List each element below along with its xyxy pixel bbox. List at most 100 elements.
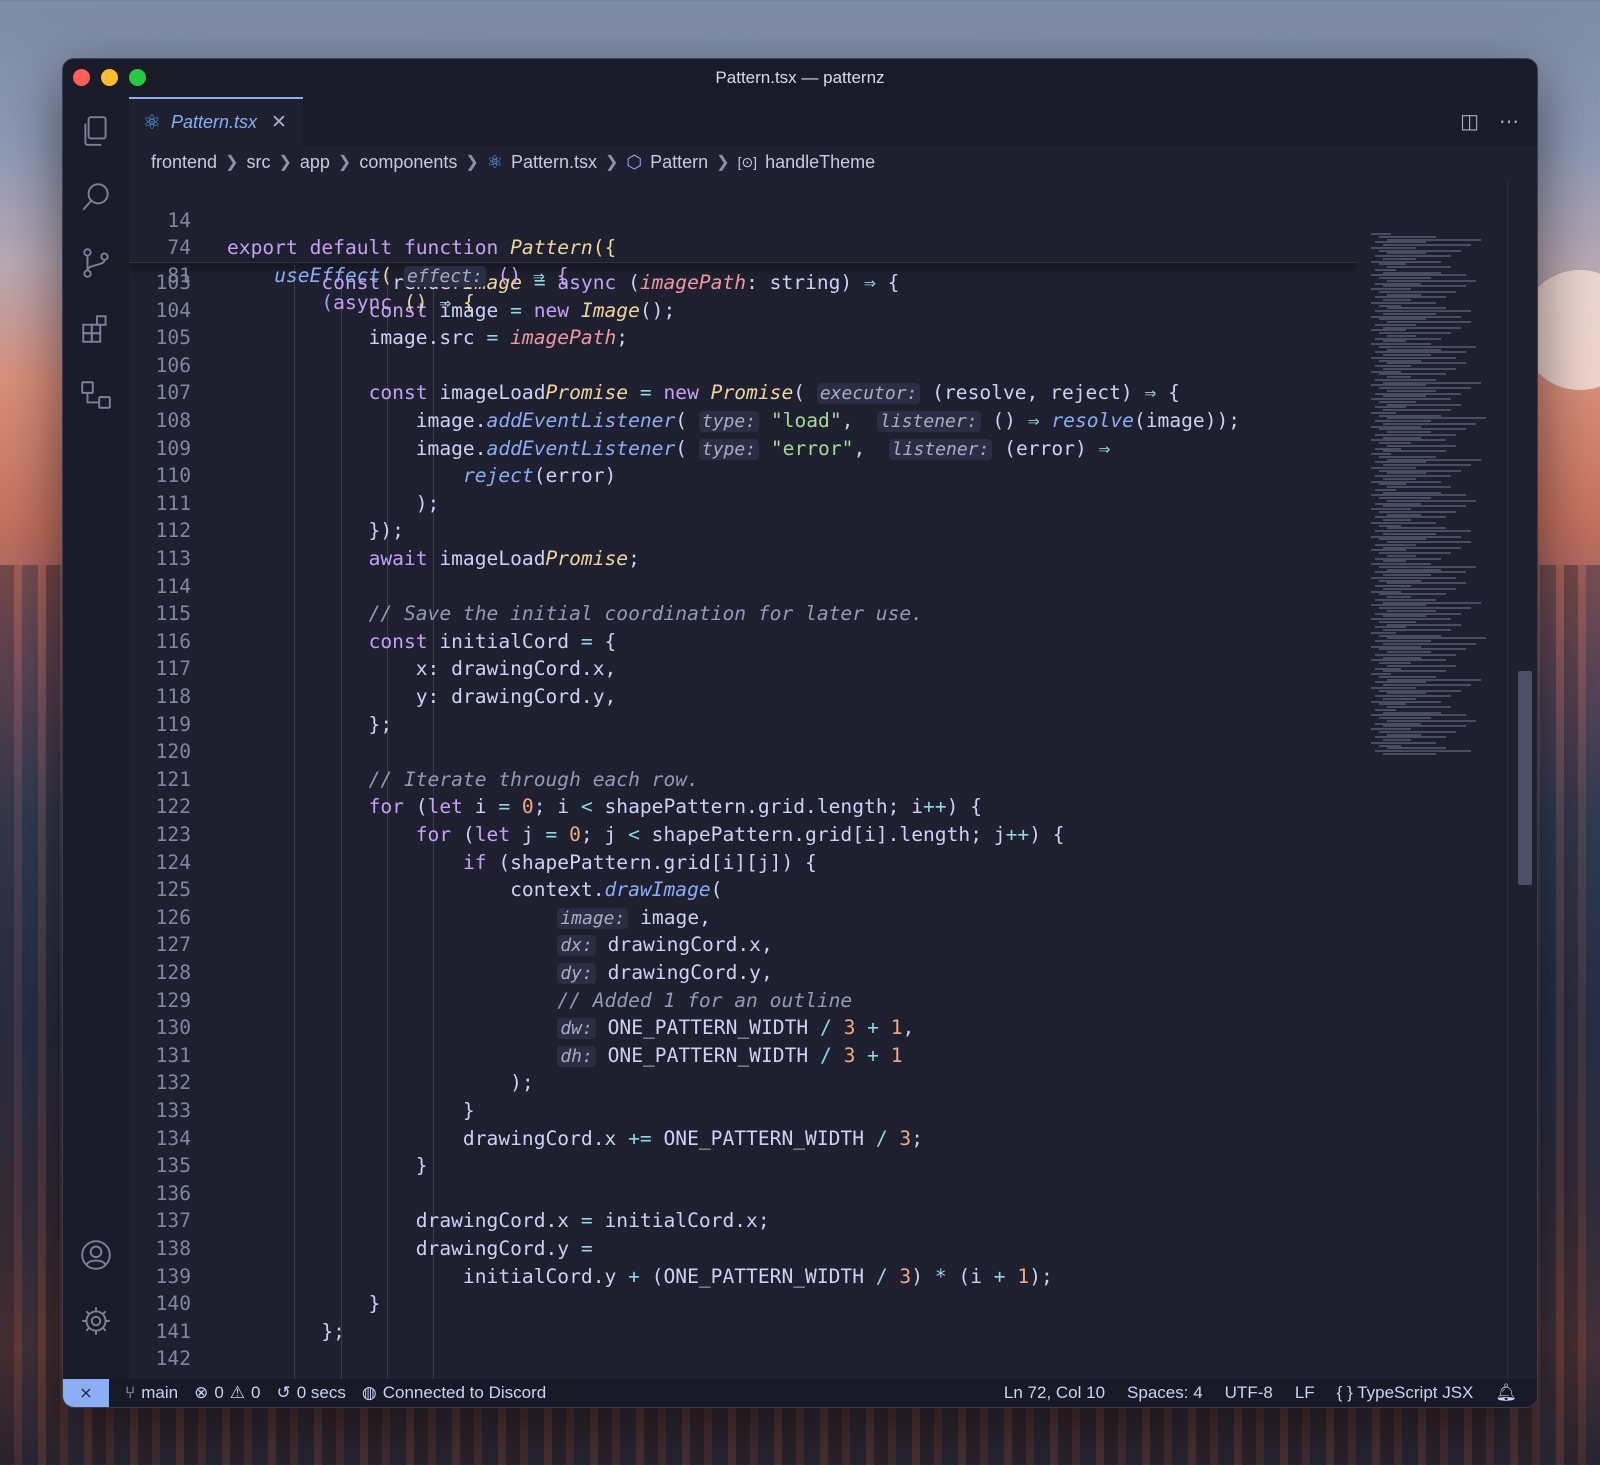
breadcrumb-file[interactable]: Pattern.tsx xyxy=(511,152,597,173)
settings-gear-icon[interactable] xyxy=(78,1303,114,1339)
encoding-status[interactable]: UTF-8 xyxy=(1225,1383,1273,1403)
code-line[interactable]: 127 dx: drawingCord.x, xyxy=(129,931,1357,959)
code-line[interactable]: 133 } xyxy=(129,1097,1357,1125)
code-line[interactable]: 142 xyxy=(129,1345,1357,1373)
code-line[interactable]: 122 for (let i = 0; i < shapePattern.gri… xyxy=(129,793,1357,821)
account-icon[interactable] xyxy=(78,1237,114,1273)
extensions-icon[interactable] xyxy=(78,311,114,347)
code-line[interactable]: 125 context.drawImage( xyxy=(129,876,1357,904)
sticky-line[interactable]: 74 useEffect( effect: () ⇒ { xyxy=(129,207,1357,287)
code-line[interactable]: 111 ); xyxy=(129,490,1357,518)
problems-status[interactable]: ⊗ 0 ⚠ 0 xyxy=(194,1383,260,1403)
breadcrumb-frontend[interactable]: frontend xyxy=(151,152,217,173)
code-line[interactable]: 128 dy: drawingCord.y, xyxy=(129,959,1357,987)
code-line[interactable]: 136 xyxy=(129,1180,1357,1208)
minimap[interactable] xyxy=(1357,179,1507,1379)
minimap-line xyxy=(1371,480,1441,483)
code-line[interactable]: 109 image.addEventListener( type: "error… xyxy=(129,435,1357,463)
branch-status[interactable]: ⑂ main xyxy=(125,1383,178,1403)
source-control-icon[interactable] xyxy=(78,245,114,281)
code-line[interactable]: 116 const initialCord = { xyxy=(129,628,1357,656)
discord-status[interactable]: ◍ Connected to Discord xyxy=(362,1383,546,1403)
minimap-line xyxy=(1387,348,1441,351)
vscode-window: Pattern.tsx — patternz ⚛ Pattern.tsx ✕ ◫… xyxy=(62,58,1538,1408)
code-line[interactable]: 120 xyxy=(129,738,1357,766)
code-editor[interactable]: 14 export default function Pattern({ 74 … xyxy=(129,179,1357,1379)
code-line[interactable]: 134 drawingCord.x += ONE_PATTERN_WIDTH /… xyxy=(129,1125,1357,1153)
minimap-line xyxy=(1375,447,1401,450)
code-line[interactable]: 124 if (shapePattern.grid[i][j]) { xyxy=(129,849,1357,877)
minimap-line xyxy=(1379,359,1421,362)
timer-status[interactable]: ↺ 0 secs xyxy=(277,1383,346,1403)
breadcrumb: frontend ❯ src ❯ app ❯ components ❯ ⚛ Pa… xyxy=(129,145,1537,179)
code-line[interactable]: 131 dh: ONE_PATTERN_WIDTH / 3 + 1 xyxy=(129,1042,1357,1070)
minimap-line xyxy=(1371,288,1411,290)
split-editor-icon[interactable]: ◫ xyxy=(1460,109,1479,134)
code-line[interactable]: 129 // Added 1 for an outline xyxy=(129,987,1357,1015)
minimap-line xyxy=(1379,730,1456,733)
remote-explorer-icon[interactable] xyxy=(78,377,114,413)
notifications-bell-icon[interactable]: 🔔︎ xyxy=(1495,1383,1517,1403)
code-line[interactable]: 119 }; xyxy=(129,711,1357,739)
code-line[interactable]: 138 drawingCord.y = xyxy=(129,1235,1357,1263)
code-line[interactable]: 108 image.addEventListener( type: "load"… xyxy=(129,407,1357,435)
eol-status[interactable]: LF xyxy=(1295,1383,1315,1403)
breadcrumb-app[interactable]: app xyxy=(300,152,330,173)
code-line[interactable]: 110 reject(error) xyxy=(129,462,1357,490)
search-icon[interactable] xyxy=(78,179,114,215)
code-line[interactable]: 121 // Iterate through each row. xyxy=(129,766,1357,794)
line-content: image: image, xyxy=(227,904,711,933)
minimap-line xyxy=(1379,455,1436,458)
tab-label: Pattern.tsx xyxy=(170,111,257,132)
scrollbar-thumb[interactable] xyxy=(1518,671,1532,885)
breadcrumb-components[interactable]: components xyxy=(359,152,457,173)
minimap-line xyxy=(1375,502,1421,505)
cursor-position[interactable]: Ln 72, Col 10 xyxy=(1004,1383,1105,1403)
vertical-scrollbar[interactable] xyxy=(1507,179,1537,1379)
code-line[interactable]: 113 await imageLoadPromise; xyxy=(129,545,1357,573)
code-line[interactable]: 107 const imageLoadPromise = new Promise… xyxy=(129,379,1357,407)
code-line[interactable]: 117 x: drawingCord.x, xyxy=(129,655,1357,683)
more-actions-icon[interactable]: ⋯ xyxy=(1499,109,1519,134)
breadcrumb-pattern[interactable]: Pattern xyxy=(650,152,708,173)
code-line[interactable]: 115 // Save the initial coordination for… xyxy=(129,600,1357,628)
line-content: const initialCord = { xyxy=(368,629,617,653)
line-content: }; xyxy=(227,1319,345,1343)
braces-icon: { } xyxy=(1336,1383,1353,1402)
code-line[interactable]: 106 xyxy=(129,352,1357,380)
sticky-line[interactable]: 81 (async () ⇒ { xyxy=(129,234,1357,315)
indentation-status[interactable]: Spaces: 4 xyxy=(1127,1383,1203,1403)
code-line[interactable]: 114 xyxy=(129,573,1357,601)
code-line[interactable]: 140 } xyxy=(129,1290,1357,1318)
minimap-line xyxy=(1375,557,1441,560)
minimap-line xyxy=(1375,543,1416,546)
minimap-line xyxy=(1383,684,1471,686)
code-line[interactable]: 137 drawingCord.x = initialCord.x; xyxy=(129,1207,1357,1235)
code-line[interactable]: 112 }); xyxy=(129,517,1357,545)
code-line[interactable]: 139 initialCord.y + (ONE_PATTERN_WIDTH /… xyxy=(129,1263,1357,1291)
line-number: 119 xyxy=(155,712,191,736)
sticky-line[interactable]: 14 export default function Pattern({ xyxy=(129,179,1357,260)
code-line[interactable]: 105 image.src = imagePath; xyxy=(129,324,1357,352)
close-tab-icon[interactable]: ✕ xyxy=(271,111,287,134)
minimap-line xyxy=(1383,436,1421,439)
chevron-right-icon: ❯ xyxy=(604,154,619,171)
code-line[interactable]: 132 ); xyxy=(129,1069,1357,1097)
line-number: 110 xyxy=(155,464,191,488)
sticky-scroll[interactable]: 14 export default function Pattern({ 74 … xyxy=(129,179,1357,315)
code-line[interactable]: 130 dw: ONE_PATTERN_WIDTH / 3 + 1, xyxy=(129,1014,1357,1042)
minimap-line xyxy=(1375,433,1456,436)
code-line[interactable]: 141 }; xyxy=(129,1318,1357,1346)
language-status[interactable]: { } TypeScript JSX xyxy=(1337,1383,1474,1403)
code-line[interactable]: 123 for (let j = 0; j < shapePattern.gri… xyxy=(129,821,1357,849)
minimap-line xyxy=(1379,428,1466,431)
breadcrumb-handletheme[interactable]: handleTheme xyxy=(765,152,875,173)
remote-indicator-button[interactable]: ⨯ xyxy=(63,1379,109,1407)
explorer-icon[interactable] xyxy=(78,113,114,149)
tab-pattern-tsx[interactable]: ⚛ Pattern.tsx ✕ xyxy=(129,97,303,145)
line-number: 133 xyxy=(155,1099,191,1122)
code-line[interactable]: 118 y: drawingCord.y, xyxy=(129,683,1357,711)
breadcrumb-src[interactable]: src xyxy=(246,152,270,173)
code-line[interactable]: 126 image: image, xyxy=(129,904,1357,932)
code-line[interactable]: 135 } xyxy=(129,1152,1357,1180)
